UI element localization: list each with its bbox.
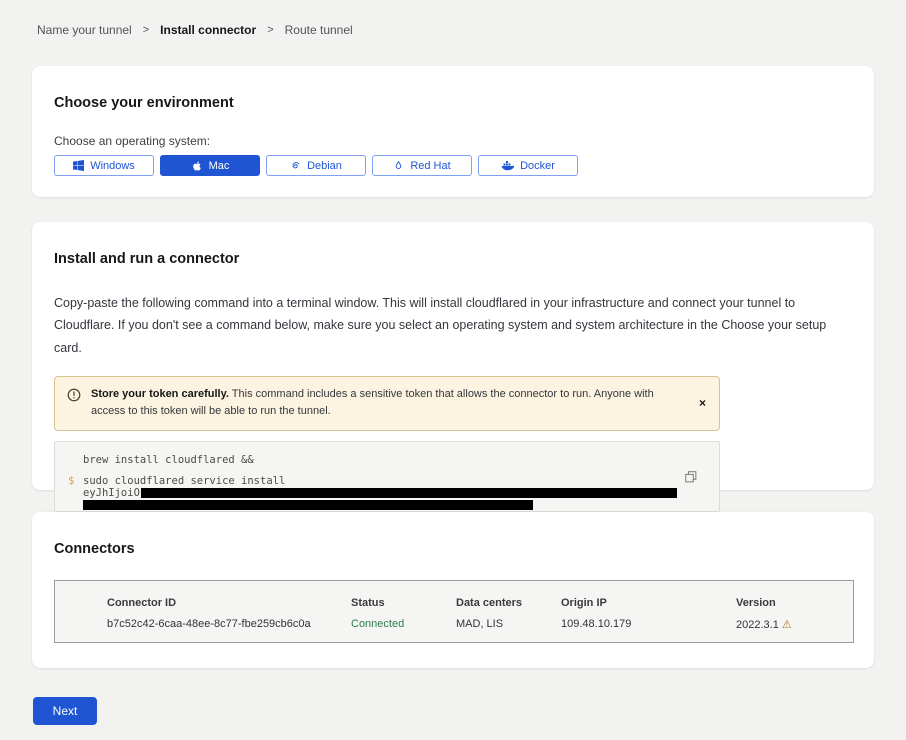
connector-version-value: 2022.3.1⚠ — [736, 618, 846, 631]
redhat-icon — [393, 160, 404, 172]
choose-environment-card: Choose your environment Choose an operat… — [32, 66, 874, 197]
connectors-table-header: Connector ID Status Data centers Origin … — [107, 597, 853, 609]
code-line — [55, 499, 719, 510]
windows-icon — [73, 160, 84, 171]
page: Name your tunnel > Install connector > R… — [0, 0, 906, 740]
header-version: Version — [736, 597, 846, 609]
code-gutter — [55, 499, 83, 510]
install-command-codeblock[interactable]: brew install cloudflared && $ sudo cloud… — [54, 441, 720, 512]
connectors-card: Connectors Connector ID Status Data cent… — [32, 512, 874, 668]
install-description: Copy-paste the following command into a … — [54, 292, 852, 359]
info-circle-icon — [67, 388, 81, 409]
os-select-label: Choose an operating system: — [54, 134, 852, 148]
connectors-table: Connector ID Status Data centers Origin … — [54, 580, 854, 643]
code-line: brew install cloudflared && — [55, 455, 719, 467]
os-button-label: Red Hat — [410, 160, 450, 172]
os-button-debian[interactable]: Debian — [266, 155, 366, 176]
connectors-title: Connectors — [32, 512, 874, 557]
os-button-windows[interactable]: Windows — [54, 155, 154, 176]
docker-icon — [501, 160, 514, 171]
install-connector-card: Install and run a connector Copy-paste t… — [32, 222, 874, 490]
os-button-label: Docker — [520, 160, 555, 172]
breadcrumb-separator: > — [143, 24, 149, 36]
version-warning-icon: ⚠ — [782, 619, 792, 631]
breadcrumb-separator: > — [267, 24, 273, 36]
os-button-label: Debian — [307, 160, 342, 172]
header-status: Status — [351, 597, 456, 609]
connector-table-row: b7c52c42-6caa-48ee-8c77-fbe259cb6c0a Con… — [107, 618, 853, 631]
redacted-token-bar — [141, 488, 677, 498]
code-gutter — [55, 488, 83, 500]
install-connector-title: Install and run a connector — [32, 222, 874, 267]
breadcrumb: Name your tunnel > Install connector > R… — [37, 23, 353, 37]
os-button-label: Mac — [209, 160, 230, 172]
code-gutter — [55, 455, 83, 467]
os-button-group: Windows Mac Debian Red Hat — [32, 155, 874, 176]
header-origin-ip: Origin IP — [561, 597, 736, 609]
redacted-token-bar — [83, 500, 533, 510]
header-connector-id: Connector ID — [107, 597, 351, 609]
header-data-centers: Data centers — [456, 597, 561, 609]
choose-environment-title: Choose your environment — [32, 66, 874, 111]
os-button-label: Windows — [90, 160, 135, 172]
connector-id-value: b7c52c42-6caa-48ee-8c77-fbe259cb6c0a — [107, 618, 351, 631]
connector-datacenters-value: MAD, LIS — [456, 618, 561, 631]
debian-icon — [290, 160, 301, 171]
os-button-docker[interactable]: Docker — [478, 155, 578, 176]
alert-bold-text: Store your token carefully. — [91, 388, 229, 400]
close-icon[interactable]: × — [695, 394, 710, 412]
code-token: eyJhIjoiO — [83, 488, 677, 500]
os-button-mac[interactable]: Mac — [160, 155, 260, 176]
code-line: eyJhIjoiO — [55, 488, 719, 500]
code-line: $ sudo cloudflared service install — [55, 476, 719, 488]
breadcrumb-route-tunnel[interactable]: Route tunnel — [285, 23, 353, 37]
breadcrumb-install-connector[interactable]: Install connector — [160, 23, 256, 37]
os-button-redhat[interactable]: Red Hat — [372, 155, 472, 176]
token-warning-alert: Store your token carefully. This command… — [54, 376, 720, 431]
next-button[interactable]: Next — [33, 697, 97, 725]
apple-icon — [191, 160, 203, 172]
shell-prompt: $ — [55, 476, 83, 488]
connector-status-value: Connected — [351, 618, 456, 631]
connector-origin-ip-value: 109.48.10.179 — [561, 618, 736, 631]
copy-icon[interactable] — [683, 469, 699, 488]
breadcrumb-name-your-tunnel[interactable]: Name your tunnel — [37, 23, 132, 37]
code-text: brew install cloudflared && — [83, 455, 254, 467]
